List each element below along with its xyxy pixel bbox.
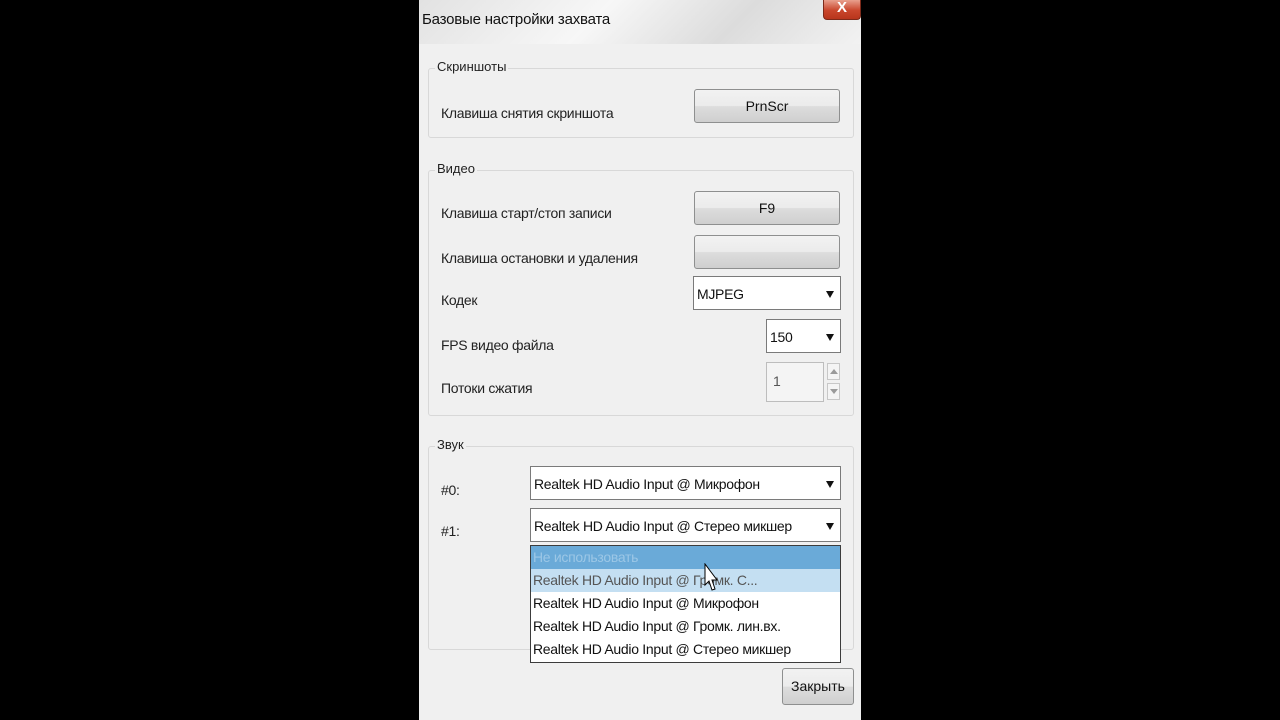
close-button[interactable]: Закрыть <box>782 668 854 705</box>
title-bar[interactable]: Базовые настройки захвата X <box>419 0 861 44</box>
window-title: Базовые настройки захвата <box>422 11 611 28</box>
dropdown-option[interactable]: Realtek HD Audio Input @ Микрофон <box>531 592 840 615</box>
screenshot-hotkey-button[interactable]: PrnScr <box>694 89 840 123</box>
screenshot-hotkey-label: Клавиша снятия скриншота <box>441 105 614 121</box>
dropdown-option[interactable]: Realtek HD Audio Input @ Громк. С... <box>531 569 840 592</box>
compression-threads-stepper[interactable]: 1 <box>766 362 842 402</box>
audio-device-0-select[interactable]: Realtek HD Audio Input @ Микрофон <box>530 466 841 500</box>
dropdown-option[interactable]: Realtek HD Audio Input @ Стерео микшер <box>531 638 840 661</box>
compression-threads-label: Потоки сжатия <box>441 380 533 396</box>
video-group-title: Видео <box>435 161 477 176</box>
compression-threads-value: 1 <box>773 373 781 389</box>
codec-select[interactable]: MJPEG <box>693 276 841 310</box>
codec-value: MJPEG <box>697 286 744 302</box>
audio-device-0-label: #0: <box>441 482 460 498</box>
stepper-down-icon[interactable] <box>827 383 840 400</box>
audio-device-0-value: Realtek HD Audio Input @ Микрофон <box>534 476 760 492</box>
audio-device-1-value: Realtek HD Audio Input @ Стерео микшер <box>534 518 792 534</box>
screenshots-group-title: Скриншоты <box>435 59 509 74</box>
close-icon: X <box>836 0 847 16</box>
fps-label: FPS видео файла <box>441 337 554 353</box>
stop-delete-hotkey-label: Клавиша остановки и удаления <box>441 250 638 266</box>
dropdown-option[interactable]: Realtek HD Audio Input @ Громк. лин.вх. <box>531 615 840 638</box>
audio-device-1-label: #1: <box>441 523 460 539</box>
stop-delete-hotkey-button[interactable] <box>694 235 840 269</box>
fps-value: 150 <box>770 329 793 345</box>
start-stop-hotkey-label: Клавиша старт/стоп записи <box>441 205 612 221</box>
codec-label: Кодек <box>441 292 478 308</box>
window-close-button[interactable]: X <box>823 0 861 20</box>
compression-threads-input[interactable]: 1 <box>766 362 824 402</box>
chevron-down-icon <box>826 291 834 298</box>
stepper-up-icon[interactable] <box>827 363 840 380</box>
fps-select[interactable]: 150 <box>766 319 841 353</box>
audio-group-title: Звук <box>435 437 466 452</box>
chevron-down-icon <box>826 334 834 341</box>
chevron-down-icon <box>826 523 834 530</box>
audio-device-1-dropdown[interactable]: Не использовать Realtek HD Audio Input @… <box>530 545 841 663</box>
audio-device-1-select[interactable]: Realtek HD Audio Input @ Стерео микшер <box>530 508 841 542</box>
start-stop-hotkey-button[interactable]: F9 <box>694 191 840 225</box>
dropdown-option[interactable]: Не использовать <box>531 546 840 569</box>
chevron-down-icon <box>826 481 834 488</box>
